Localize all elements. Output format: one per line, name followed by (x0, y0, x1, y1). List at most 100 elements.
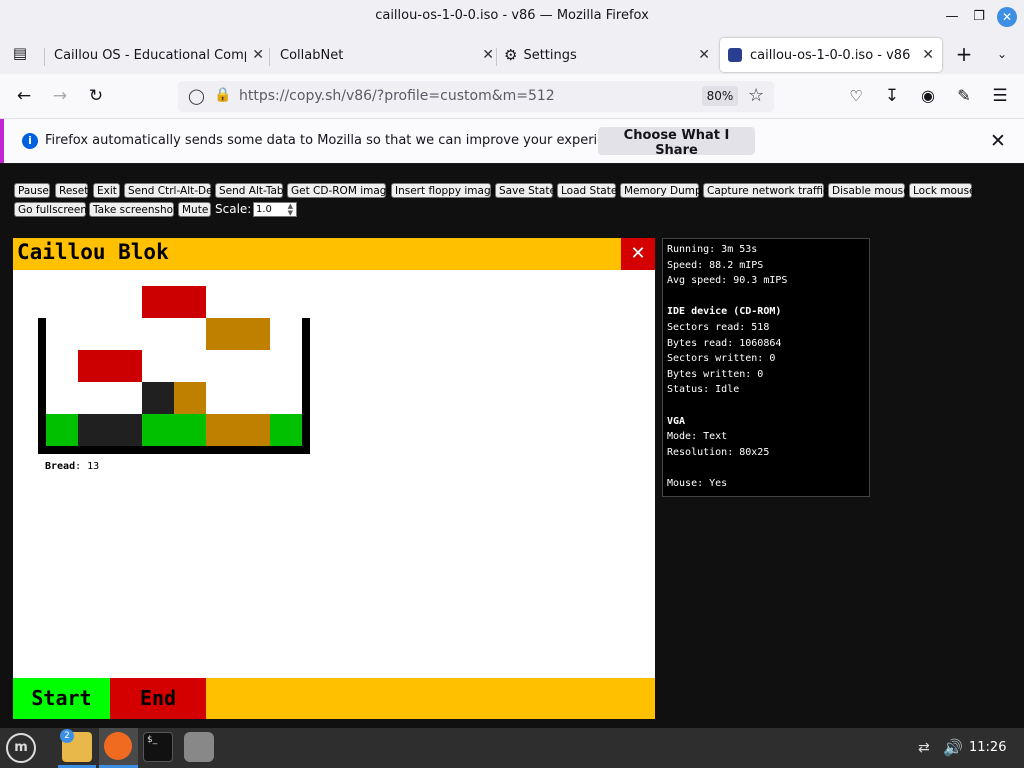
emulator-screen[interactable]: Caillou Blok ✕ Bread: 13 Start End (13, 238, 655, 719)
send-ctrl-alt-del-button[interactable]: Send Ctrl-Alt-Del (124, 183, 216, 198)
stat-mode: Mode: Text (667, 431, 728, 443)
mute-button[interactable]: Mute (178, 202, 211, 217)
choose-what-i-share-button[interactable]: Choose What I Share (598, 127, 755, 158)
stat-sectors-written: Sectors written: 0 (667, 353, 776, 365)
scale-value: 1.0 (256, 204, 272, 215)
game-block-orange (206, 414, 270, 446)
terminal-icon[interactable]: $_ (143, 732, 173, 762)
scale-input[interactable]: 1.0 ▲ ▼ (253, 202, 297, 217)
save-state-button[interactable]: Save State (495, 183, 556, 198)
load-state-button[interactable]: Load State (557, 183, 617, 198)
navigation-bar: ← → ↻ ◯ 🔒 https://copy.sh/v86/?profile=c… (0, 74, 1024, 119)
reload-icon[interactable]: ↻ (84, 84, 108, 108)
stat-spacer (667, 460, 865, 476)
bread-label: Bread (45, 461, 76, 472)
tab-collabnet[interactable]: CollabNet ✕ (280, 38, 494, 72)
pocket-icon[interactable]: ♡ (844, 84, 868, 108)
tab-close-icon[interactable]: ✕ (252, 47, 264, 63)
tab-v86-active[interactable]: caillou-os-1-0-0.iso - v86 ✕ (720, 38, 942, 72)
game-container-wall-right (302, 318, 310, 454)
go-fullscreen-button[interactable]: Go fullscreen (14, 202, 87, 217)
disk-icon[interactable] (184, 732, 214, 762)
tab-label: CollabNet (280, 47, 344, 63)
info-icon: i (22, 133, 38, 149)
tab-separator (496, 48, 497, 66)
stat-sectors-read: Sectors read: 518 (667, 321, 770, 333)
minimize-icon[interactable]: — (942, 7, 962, 27)
extensions-icon[interactable]: ✎ (952, 84, 976, 108)
pause-button[interactable]: Pause (14, 183, 50, 198)
bread-value: : 13 (75, 461, 100, 472)
insert-floppy-image-button[interactable]: Insert floppy image (391, 183, 497, 198)
window-close-icon[interactable]: ✕ (997, 7, 1017, 27)
tab-label: caillou-os-1-0-0.iso - v86 (750, 47, 911, 63)
gear-icon: ⚙ (504, 46, 518, 64)
shield-icon[interactable]: ◯ (188, 87, 205, 105)
get-cdrom-image-button[interactable]: Get CD-ROM image (287, 183, 393, 198)
mint-menu-icon[interactable]: m (6, 733, 36, 763)
window-title: caillou-os-1-0-0.iso - v86 — Mozilla Fir… (375, 8, 649, 23)
start-button[interactable]: Start (13, 678, 110, 719)
exit-button[interactable]: Exit (93, 183, 120, 198)
lock-mouse-button[interactable]: Lock mouse (909, 183, 976, 198)
v86-page: Pause Reset Exit Send Ctrl-Alt-Del Send … (0, 164, 1024, 728)
take-screenshot-button[interactable]: Take screenshot (89, 202, 177, 217)
tab-bar: ▤ Caillou OS - Educational Compu ✕ Colla… (0, 34, 1024, 74)
window-titlebar: caillou-os-1-0-0.iso - v86 — Mozilla Fir… (0, 0, 1024, 34)
clock[interactable]: 11:26 (969, 740, 1006, 755)
game-block-red (78, 350, 142, 382)
notification-close-icon[interactable]: ✕ (986, 129, 1010, 153)
stat-mouse: Mouse: Yes (667, 477, 728, 489)
url-text[interactable]: https://copy.sh/v86/?profile=custom&m=51… (239, 88, 555, 104)
tab-list-icon[interactable]: ▤ (8, 41, 32, 65)
stat-running: Running: 3m 53s (667, 244, 758, 255)
game-block-dark (142, 382, 174, 414)
reset-button[interactable]: Reset (55, 183, 88, 198)
lock-icon[interactable]: 🔒 (214, 87, 231, 103)
menu-icon[interactable]: ☰ (988, 84, 1012, 108)
badge-count: 2 (60, 729, 74, 743)
memory-dump-button[interactable]: Memory Dump (620, 183, 702, 198)
forward-icon[interactable]: → (48, 84, 72, 108)
notification-message: Firefox automatically sends some data to… (45, 133, 633, 148)
network-icon[interactable]: ⇄ (918, 740, 930, 756)
new-tab-icon[interactable]: + (952, 42, 976, 66)
zoom-level-badge[interactable]: 80% (702, 86, 738, 106)
stat-spacer (667, 289, 865, 305)
maximize-icon[interactable]: ❐ (969, 7, 989, 27)
stat-spacer (667, 398, 865, 414)
end-button[interactable]: End (110, 678, 206, 719)
stat-bytes-written: Bytes written: 0 (667, 368, 764, 380)
tab-settings[interactable]: ⚙ Settings ✕ (504, 38, 710, 72)
send-alt-tab-button[interactable]: Send Alt-Tab (215, 183, 284, 198)
star-icon[interactable]: ☆ (748, 85, 764, 106)
stat-speed: Speed: 88.2 mIPS (667, 259, 764, 271)
emulator-stats-panel: Running: 3m 53s Speed: 88.2 mIPS Avg spe… (662, 238, 870, 497)
firefox-icon[interactable] (104, 732, 132, 760)
disable-mouse-button[interactable]: Disable mouse (828, 183, 910, 198)
tab-close-icon[interactable]: ✕ (922, 47, 934, 63)
game-container-wall-left (38, 318, 46, 454)
spinner-icon[interactable]: ▲ ▼ (288, 203, 293, 217)
taskbar: m 2 $_ ⇄ 🔊 11:26 (0, 728, 1024, 768)
download-icon[interactable]: ↧ (880, 84, 904, 108)
game-block-orange (174, 382, 206, 414)
game-title: Caillou Blok (17, 240, 169, 264)
stat-bytes-read: Bytes read: 1060864 (667, 337, 782, 349)
volume-icon[interactable]: 🔊 (943, 738, 963, 757)
capture-network-traffic-button[interactable]: Capture network traffic (703, 183, 829, 198)
back-icon[interactable]: ← (12, 84, 36, 108)
bread-counter: Bread: 13 (45, 461, 99, 472)
tab-close-icon[interactable]: ✕ (698, 47, 710, 63)
account-icon[interactable]: ◉ (916, 84, 940, 108)
tab-caillou-os[interactable]: Caillou OS - Educational Compu ✕ (54, 38, 264, 72)
stat-ide-header: IDE device (CD-ROM) (667, 306, 782, 318)
tab-separator (269, 48, 270, 66)
url-bar[interactable]: ◯ 🔒 https://copy.sh/v86/?profile=custom&… (178, 81, 774, 112)
chevron-down-icon[interactable]: ⌄ (990, 42, 1014, 66)
stat-vga-header: VGA (667, 415, 686, 427)
stat-status: Status: Idle (667, 384, 740, 396)
tab-close-icon[interactable]: ✕ (482, 47, 494, 63)
game-close-icon[interactable]: ✕ (621, 238, 655, 270)
game-block-red (142, 286, 206, 318)
